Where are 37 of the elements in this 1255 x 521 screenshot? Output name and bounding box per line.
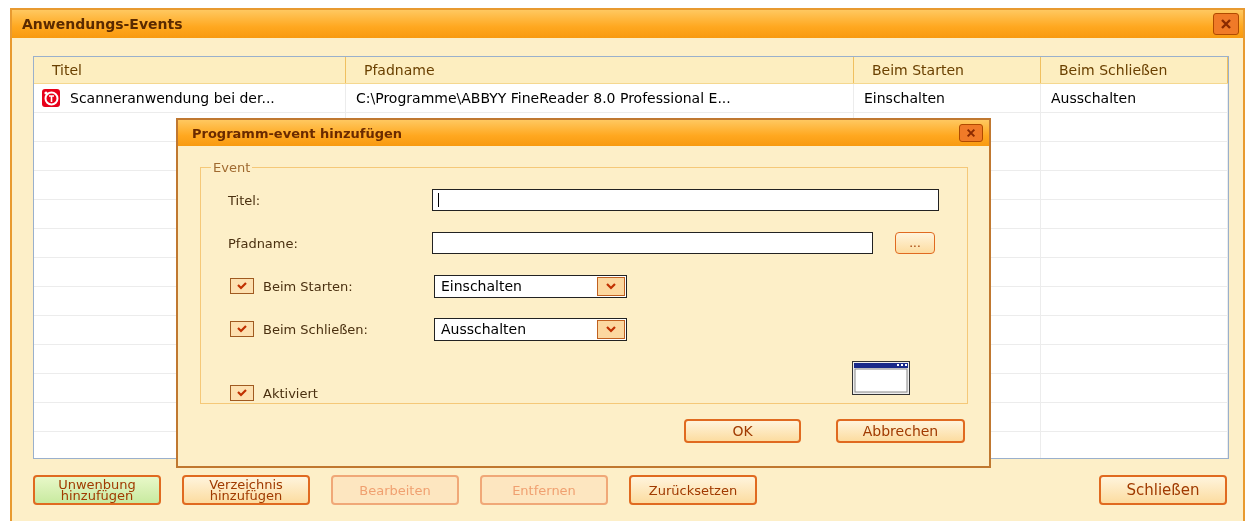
field-label: Titel: (228, 192, 262, 208)
checkbox[interactable] (230, 278, 254, 294)
column-header[interactable]: Beim Schließen (1041, 57, 1228, 83)
dialog-button[interactable]: OK (684, 419, 801, 443)
check-icon (236, 388, 248, 398)
action-button[interactable]: Zurücksetzen (629, 475, 757, 505)
dialog-button[interactable]: Abbrechen (836, 419, 965, 443)
window-title: Anwendungs-Events (22, 16, 183, 32)
table-cell: C:\Programme\ABBYY FineReader 8.0 Professional E... (356, 90, 731, 106)
app-icon (42, 89, 60, 107)
checkbox[interactable] (230, 321, 254, 337)
table-cell: Ausschalten (1051, 90, 1137, 106)
dialog-title: Programm-event hinzufügen (192, 125, 403, 141)
dropdown[interactable]: Ausschalten (434, 317, 627, 341)
dropdown[interactable]: Einschalten (434, 274, 627, 298)
group-label: Event (212, 160, 252, 175)
action-button[interactable]: Unwenbung hinzufügen (33, 475, 161, 505)
close-icon[interactable] (1213, 13, 1239, 35)
window-icon (852, 361, 910, 395)
column-header[interactable]: Beim Starten (854, 57, 1041, 83)
close-icon[interactable] (959, 124, 983, 142)
checkbox-label: Beim Starten: (263, 278, 353, 294)
column-header[interactable]: Titel (34, 57, 346, 83)
checkbox[interactable] (230, 385, 254, 401)
browse-button[interactable]: ... (895, 232, 935, 254)
checkbox-label: Aktiviert (263, 385, 318, 401)
title-field[interactable] (432, 189, 939, 211)
close-button[interactable]: Schließen (1099, 475, 1227, 505)
field-label: Pfadname: (228, 235, 299, 251)
check-icon (236, 281, 248, 291)
action-button[interactable]: Verzeichnis hinzufügen (182, 475, 310, 505)
table-cell: Scanneranwendung bei der... (70, 90, 275, 106)
table-cell: Einschalten (864, 90, 945, 106)
check-icon (236, 324, 248, 334)
checkbox-label: Beim Schließen: (263, 321, 368, 337)
column-header[interactable]: Pfadname (346, 57, 854, 83)
path-field[interactable] (432, 232, 873, 254)
